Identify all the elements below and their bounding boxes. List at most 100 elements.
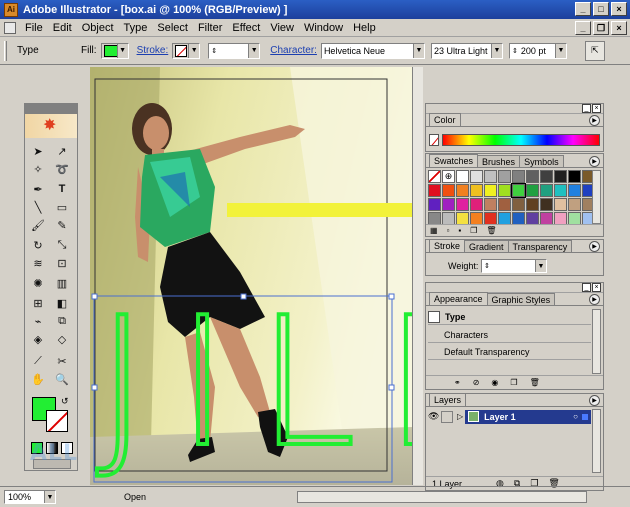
lock-toggle-box[interactable] bbox=[441, 410, 453, 423]
delete-swatch-icon[interactable]: 🗑 bbox=[486, 226, 496, 235]
appearance-panel-menu-icon[interactable]: ▶ bbox=[589, 294, 600, 305]
free-transform-tool-icon[interactable]: ⊡ bbox=[53, 254, 71, 272]
layer-target-icon[interactable]: ○ bbox=[573, 412, 578, 421]
hand-tool-icon[interactable]: ✋ bbox=[29, 370, 47, 388]
swatch-chip[interactable] bbox=[540, 170, 553, 183]
tab-symbols[interactable]: Symbols bbox=[519, 155, 564, 167]
swatch-chip[interactable] bbox=[526, 198, 539, 211]
color-panel-minimize-button[interactable]: _ bbox=[582, 104, 591, 113]
swatches-scrollbar[interactable] bbox=[592, 170, 601, 224]
selection-handle[interactable] bbox=[91, 293, 98, 300]
artboard-canvas[interactable]: JILL bbox=[90, 67, 412, 485]
paintbrush-tool-icon[interactable]: 🖌 bbox=[29, 216, 47, 234]
menu-type[interactable]: Type bbox=[119, 22, 153, 34]
selection-handle[interactable] bbox=[240, 293, 247, 300]
swatch-chip[interactable] bbox=[498, 198, 511, 211]
selection-handle[interactable] bbox=[388, 293, 395, 300]
color-panel-menu-icon[interactable]: ▶ bbox=[589, 115, 600, 126]
new-swatch-icon[interactable]: ❐ bbox=[470, 226, 477, 235]
swatch-chip[interactable] bbox=[568, 198, 581, 211]
swatch-chip[interactable] bbox=[484, 198, 497, 211]
blend-tool-icon[interactable]: ⧉ bbox=[53, 312, 71, 330]
new-color-group-icon[interactable]: ▪ bbox=[458, 226, 461, 235]
status-dropdown[interactable]: Open bbox=[121, 490, 171, 504]
pencil-tool-icon[interactable]: ✎ bbox=[53, 216, 71, 234]
menu-view[interactable]: View bbox=[265, 22, 299, 34]
appearance-item-characters[interactable]: Characters bbox=[428, 327, 591, 343]
swatch-chip[interactable] bbox=[526, 184, 539, 197]
font-family-dropdown[interactable]: Helvetica Neue ▼ bbox=[320, 42, 425, 59]
swatch-chip[interactable] bbox=[554, 170, 567, 183]
doc-minimize-button[interactable]: _ bbox=[575, 21, 591, 35]
selection-handle[interactable] bbox=[388, 384, 395, 391]
scale-tool-icon[interactable]: ⤡ bbox=[53, 236, 71, 254]
scissors-tool-icon[interactable]: ✂ bbox=[53, 352, 71, 370]
layers-panel-menu-icon[interactable]: ▶ bbox=[589, 395, 600, 406]
line-tool-icon[interactable]: ╲ bbox=[29, 198, 47, 216]
appearance-scrollbar[interactable] bbox=[592, 309, 601, 374]
swatch-chip[interactable] bbox=[526, 170, 539, 183]
duplicate-item-icon[interactable]: ❐ bbox=[510, 378, 517, 387]
type-tool-icon[interactable]: T bbox=[53, 180, 71, 198]
swatch-chip[interactable] bbox=[470, 198, 483, 211]
expand-layer-icon[interactable]: ▷ bbox=[457, 412, 463, 421]
direct-selection-tool-icon[interactable]: ↗ bbox=[53, 142, 71, 160]
swatch-chip[interactable] bbox=[456, 198, 469, 211]
selection-handle[interactable] bbox=[91, 384, 98, 391]
clear-appearance-icon[interactable]: ⊘ bbox=[473, 378, 480, 387]
swatch-chip[interactable] bbox=[512, 170, 525, 183]
stroke-swatch-dropdown[interactable]: ▼ bbox=[172, 42, 201, 59]
swatch-chip[interactable] bbox=[470, 184, 483, 197]
slice-tool-icon[interactable]: ⟋ bbox=[29, 352, 47, 370]
menu-help[interactable]: Help bbox=[348, 22, 381, 34]
mesh-tool-icon[interactable]: ⊞ bbox=[29, 294, 47, 312]
yellow-bar-shape[interactable] bbox=[227, 203, 412, 217]
rotate-tool-icon[interactable]: ↻ bbox=[29, 236, 47, 254]
swap-fill-stroke-icon[interactable]: ↺ bbox=[61, 396, 69, 407]
gradient-tool-icon[interactable]: ◧ bbox=[53, 294, 71, 312]
tab-brushes[interactable]: Brushes bbox=[477, 155, 521, 167]
zoom-dropdown[interactable]: 100% ▼ bbox=[4, 490, 56, 504]
menu-window[interactable]: Window bbox=[299, 22, 348, 34]
vertical-scrollbar[interactable] bbox=[412, 67, 423, 485]
swatch-chip[interactable] bbox=[568, 170, 581, 183]
menu-select[interactable]: Select bbox=[152, 22, 193, 34]
symbol-sprayer-tool-icon[interactable]: ✺ bbox=[29, 274, 47, 292]
swatch-chip[interactable] bbox=[428, 184, 441, 197]
graph-tool-icon[interactable]: ▥ bbox=[53, 274, 71, 292]
swatch-chip[interactable] bbox=[428, 170, 441, 183]
character-label[interactable]: Character: bbox=[270, 45, 317, 56]
swatch-chip[interactable] bbox=[442, 184, 455, 197]
tab-layers[interactable]: Layers bbox=[429, 393, 467, 406]
swatch-chip[interactable] bbox=[428, 198, 441, 211]
doc-close-button[interactable]: × bbox=[611, 21, 627, 35]
color-none-swatch[interactable] bbox=[429, 134, 439, 146]
color-spectrum-bar[interactable] bbox=[442, 134, 600, 146]
show-swatch-kinds-icon[interactable]: ▦ bbox=[430, 226, 438, 235]
tab-gradient[interactable]: Gradient bbox=[464, 240, 509, 252]
layer-row[interactable]: 👁 ▷ Layer 1 ○ bbox=[428, 409, 591, 424]
stroke-weight-field[interactable]: ⇕ ▼ bbox=[481, 259, 547, 273]
tab-swatches[interactable]: Swatches bbox=[429, 154, 479, 167]
stroke-panel-menu-icon[interactable]: ▶ bbox=[589, 241, 600, 252]
swatch-chip[interactable] bbox=[456, 184, 469, 197]
swatch-chip[interactable] bbox=[554, 198, 567, 211]
swatch-chip[interactable] bbox=[511, 183, 526, 198]
tab-appearance[interactable]: Appearance bbox=[429, 292, 488, 305]
rectangle-tool-icon[interactable]: ▭ bbox=[53, 198, 71, 216]
swatch-chip[interactable] bbox=[512, 198, 525, 211]
appearance-item-default-transparency[interactable]: Default Transparency bbox=[428, 344, 591, 360]
tab-graphic-styles[interactable]: Graphic Styles bbox=[486, 293, 556, 305]
appearance-item-type[interactable]: Type bbox=[428, 309, 591, 325]
visibility-eye-icon[interactable]: 👁 bbox=[428, 411, 441, 422]
swatch-chip[interactable] bbox=[470, 170, 483, 183]
close-button[interactable]: × bbox=[611, 2, 627, 16]
appearance-panel-close-button[interactable]: × bbox=[592, 283, 601, 292]
paragraph-options-button[interactable]: ⇱ bbox=[584, 40, 605, 61]
new-art-maintains-appearance-icon[interactable]: ⚭ bbox=[454, 378, 461, 387]
color-panel-close-button[interactable]: × bbox=[592, 104, 601, 113]
doc-restore-button[interactable]: ❐ bbox=[593, 21, 609, 35]
stroke-color-box[interactable] bbox=[46, 410, 68, 432]
live-paint-tool-icon[interactable]: ◈ bbox=[29, 330, 47, 348]
layers-scrollbar[interactable] bbox=[592, 409, 601, 473]
